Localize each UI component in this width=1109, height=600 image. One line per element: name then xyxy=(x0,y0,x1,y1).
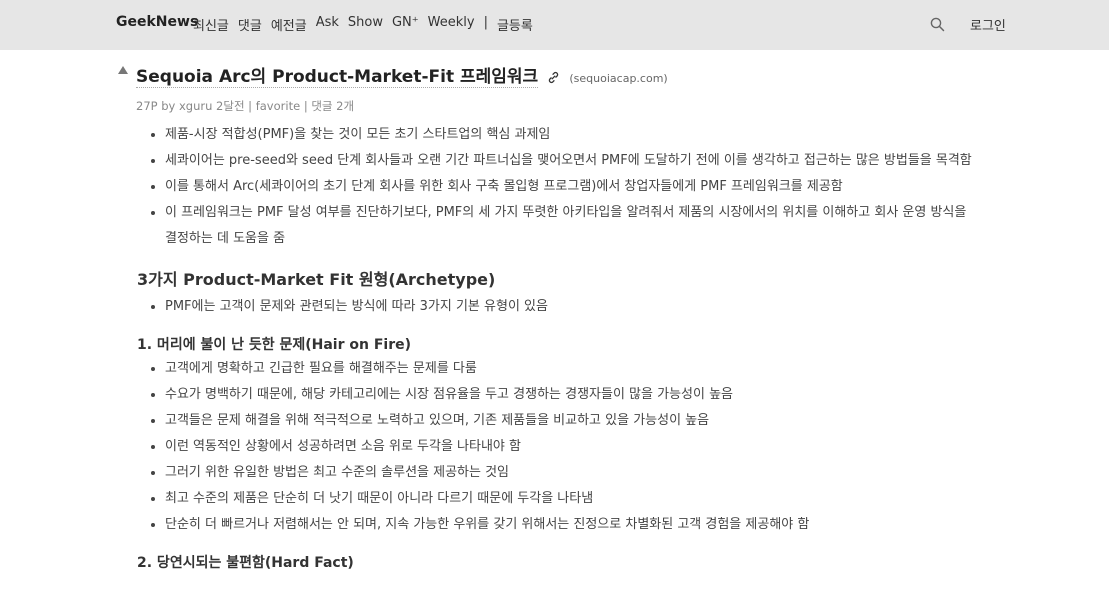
main-nav: 최신글 댓글 예전글 Ask Show GN⁺ Weekly | 글등록 xyxy=(193,15,533,34)
list-item: 고객에게 명확하고 긴급한 필요를 해결해주는 문제를 다룸 xyxy=(165,356,982,382)
list-item: 세콰이어는 pre-seed와 seed 단계 회사들과 오랜 기간 파트너십을… xyxy=(165,148,982,174)
nav-gn-plus[interactable]: GN⁺ xyxy=(392,15,419,34)
post-meta: 27P by xguru 2달전 | favorite | 댓글 2개 xyxy=(136,99,355,113)
list-item: 이를 통해서 Arc(세콰이어의 초기 단계 회사를 위한 회사 구축 몰입형 … xyxy=(165,174,982,200)
list-item: 고객들은 문제 해결을 위해 적극적으로 노력하고 있으며, 기존 제품들을 비… xyxy=(165,408,982,434)
intro-list: 제품-시장 적합성(PMF)을 찾는 것이 모든 초기 스타트업의 핵심 과제임… xyxy=(137,122,982,252)
brand-logo[interactable]: GeekNews xyxy=(116,14,198,30)
top-navigation-bar: GeekNews 최신글 댓글 예전글 Ask Show GN⁺ Weekly … xyxy=(0,0,1109,50)
list-item: 수요가 명백하기 때문에, 해당 카테고리에는 시장 점유율을 두고 경쟁하는 … xyxy=(165,382,982,408)
nav-comments[interactable]: 댓글 xyxy=(238,15,262,34)
section-heading-archetype: 3가지 Product-Market Fit 원형(Archetype) xyxy=(137,270,496,289)
section-heading-hair-on-fire: 1. 머리에 불이 난 듯한 문제(Hair on Fire) xyxy=(137,337,411,353)
post-domain[interactable]: (sequoiacap.com) xyxy=(569,72,667,85)
login-link[interactable]: 로그인 xyxy=(970,15,1006,34)
list-item: PMF에는 고객이 문제와 관련되는 방식에 따라 3가지 기본 유형이 있음 xyxy=(165,294,982,320)
list-item: 제품-시장 적합성(PMF)을 찾는 것이 모든 초기 스타트업의 핵심 과제임 xyxy=(165,122,982,148)
post-content: 제품-시장 적합성(PMF)을 찾는 것이 모든 초기 스타트업의 핵심 과제임… xyxy=(137,122,982,572)
post-title[interactable]: Sequoia Arc의 Product-Market-Fit 프레임워크 xyxy=(136,67,539,88)
list-item: 이 프레임워크는 PMF 달성 여부를 진단하기보다, PMF의 세 가지 뚜렷… xyxy=(165,200,982,252)
hair-on-fire-list: 고객에게 명확하고 긴급한 필요를 해결해주는 문제를 다룸 수요가 명백하기 … xyxy=(137,356,982,538)
nav-latest[interactable]: 최신글 xyxy=(193,15,229,34)
list-item: 이런 역동적인 상황에서 성공하려면 소음 위로 두각을 나타내야 함 xyxy=(165,434,982,460)
nav-past[interactable]: 예전글 xyxy=(271,15,307,34)
nav-weekly[interactable]: Weekly xyxy=(428,15,475,34)
post-title-row: Sequoia Arc의 Product-Market-Fit 프레임워크 (s… xyxy=(136,62,668,88)
nav-ask[interactable]: Ask xyxy=(316,15,339,34)
nav-divider: | xyxy=(483,15,488,30)
nav-show[interactable]: Show xyxy=(348,15,383,34)
external-link-icon[interactable] xyxy=(547,69,560,88)
nav-submit[interactable]: 글등록 xyxy=(497,15,533,34)
section-heading-hard-fact: 2. 당연시되는 불편함(Hard Fact) xyxy=(137,555,354,571)
list-item: 최고 수준의 제품은 단순히 더 낫기 때문이 아니라 다르기 때문에 두각을 … xyxy=(165,486,982,512)
upvote-arrow-icon[interactable] xyxy=(118,66,128,74)
search-icon[interactable] xyxy=(930,17,945,36)
list-item: 단순히 더 빠르거나 저렴해서는 안 되며, 지속 가능한 우위를 갖기 위해서… xyxy=(165,512,982,538)
list-item: 그러기 위한 유일한 방법은 최고 수준의 솔루션을 제공하는 것임 xyxy=(165,460,982,486)
archetype-list: PMF에는 고객이 문제와 관련되는 방식에 따라 3가지 기본 유형이 있음 xyxy=(137,294,982,320)
